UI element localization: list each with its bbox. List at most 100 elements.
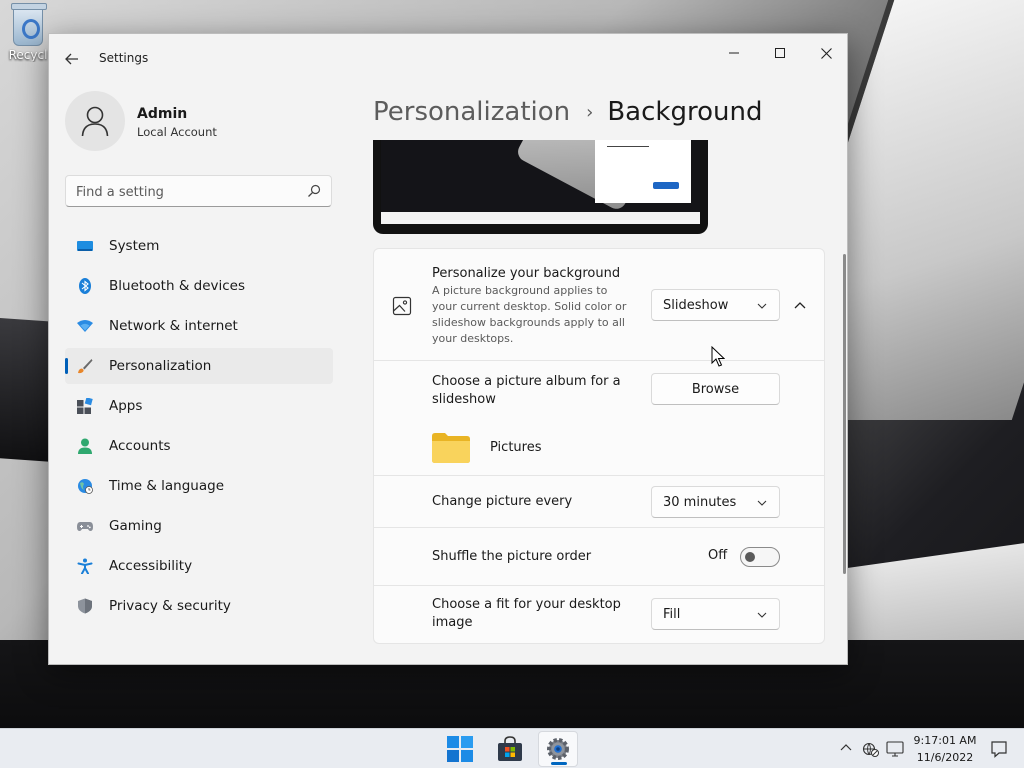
minimize-icon [729,52,739,54]
apps-icon [77,398,93,414]
sidebar-item-gaming[interactable]: Gaming [65,508,333,544]
shuffle-toggle[interactable] [740,547,780,567]
shuffle-state-label: Off [708,548,728,563]
chevron-down-icon [757,303,767,309]
breadcrumb: Personalization › Background [373,92,762,132]
fit-value: Fill [663,606,681,622]
sidebar-item-label: Accounts [109,438,171,454]
background-type-value: Slideshow [663,297,729,313]
back-arrow-icon [65,53,78,65]
background-type-dropdown[interactable]: Slideshow [651,289,780,321]
sidebar-item-personalization[interactable]: Personalization [65,348,333,384]
sidebar-item-bluetooth[interactable]: Bluetooth & devices [65,268,333,304]
user-name: Admin [137,106,188,122]
system-icon [77,241,93,251]
start-button[interactable] [440,731,480,767]
preview-window [595,140,691,203]
microsoft-store-button[interactable] [490,731,530,767]
content-scrollbar[interactable] [843,254,846,574]
sidebar-item-label: Time & language [109,478,225,494]
folder-label: Pictures [490,440,542,455]
fit-title: Choose a fit for your desktop image [432,597,621,630]
network-status-icon[interactable] [862,740,880,758]
gear-icon [547,738,569,760]
browse-button[interactable]: Browse [651,373,780,405]
change-picture-title: Change picture every [432,494,573,509]
change-interval-value: 30 minutes [663,494,737,510]
shuffle-row: Shuffle the picture order Off [374,528,824,586]
sidebar-item-system[interactable]: System [65,228,333,264]
close-button[interactable] [803,38,847,68]
taskbar-clock[interactable]: 9:17:01 AM 11/6/2022 [908,732,982,766]
avatar [65,91,125,151]
content-pane: Personalize your background A picture ba… [373,140,833,664]
recycle-bin-icon [11,3,47,46]
maximize-icon [775,48,785,58]
fit-dropdown[interactable]: Fill [651,598,780,630]
personalize-background-description: A picture background applies to your cur… [432,284,627,345]
settings-taskbar-button[interactable] [538,731,578,767]
shield-icon [78,598,92,614]
clock-date: 11/6/2022 [916,751,974,764]
sidebar-item-label: Personalization [109,358,212,374]
sidebar-item-accounts[interactable]: Accounts [65,428,333,464]
chevron-down-icon [757,612,767,618]
recycle-bin-label: Recycl [8,48,48,62]
shuffle-title: Shuffle the picture order [432,549,592,564]
sidebar-item-label: Privacy & security [109,598,231,614]
recycle-bin-desktop-icon[interactable]: Recycl [6,3,50,62]
search-box [65,175,332,207]
folder-icon [432,433,470,463]
preview-line [607,146,649,147]
collapse-button[interactable] [786,291,814,319]
chevron-up-icon [794,302,806,309]
globe-icon [78,479,93,494]
account-type: Local Account [137,125,217,139]
close-icon [820,47,832,59]
tray-overflow-chevron-icon[interactable] [838,741,854,755]
settings-window: Settings Admin Local Account System Blue… [48,33,848,665]
notification-icon[interactable] [990,740,1008,758]
preview-taskbar [381,212,700,224]
mouse-cursor-icon [711,346,725,367]
sidebar-item-label: Accessibility [109,558,193,574]
sidebar-item-label: Network & internet [109,318,238,334]
brush-icon [78,359,93,374]
back-button[interactable] [61,48,83,70]
background-settings-card: Personalize your background A picture ba… [373,248,825,644]
maximize-button[interactable] [757,38,803,68]
search-input[interactable] [76,182,296,202]
display-icon[interactable] [886,740,904,758]
taskbar: 9:17:01 AM 11/6/2022 [0,728,1024,768]
sidebar-nav: System Bluetooth & devices Network & int… [65,228,333,628]
user-profile[interactable]: Admin Local Account [65,91,365,153]
sidebar-item-time-language[interactable]: Time & language [65,468,333,504]
clock-time: 9:17:01 AM [913,734,977,747]
change-interval-dropdown[interactable]: 30 minutes [651,486,780,518]
sidebar-item-apps[interactable]: Apps [65,388,333,424]
preview-button [653,182,679,189]
gamepad-icon [77,522,93,531]
fit-row: Choose a fit for your desktop image Fill [374,586,824,643]
network-icon [77,320,93,332]
sidebar-item-label: Bluetooth & devices [109,278,246,294]
app-title: Settings [99,51,149,65]
page-title: Background [607,97,763,127]
search-icon[interactable] [307,184,321,198]
sidebar-item-accessibility[interactable]: Accessibility [65,548,333,584]
bluetooth-icon [79,278,91,294]
sidebar-item-network[interactable]: Network & internet [65,308,333,344]
sidebar-item-privacy-security[interactable]: Privacy & security [65,588,333,624]
picture-album-row: Choose a picture album for a slideshow B… [374,361,824,476]
breadcrumb-separator: › [586,101,594,123]
store-icon [498,736,522,761]
sidebar-item-label: Gaming [109,518,162,534]
pictures-folder-item[interactable]: Pictures [432,431,632,465]
windows-logo-icon [447,736,473,762]
sidebar-item-label: Apps [109,398,143,414]
picture-album-title: Choose a picture album for a slideshow [432,374,621,407]
breadcrumb-parent[interactable]: Personalization [373,97,570,127]
minimize-button[interactable] [711,38,757,68]
accessibility-icon [77,558,93,574]
user-icon [81,106,109,137]
